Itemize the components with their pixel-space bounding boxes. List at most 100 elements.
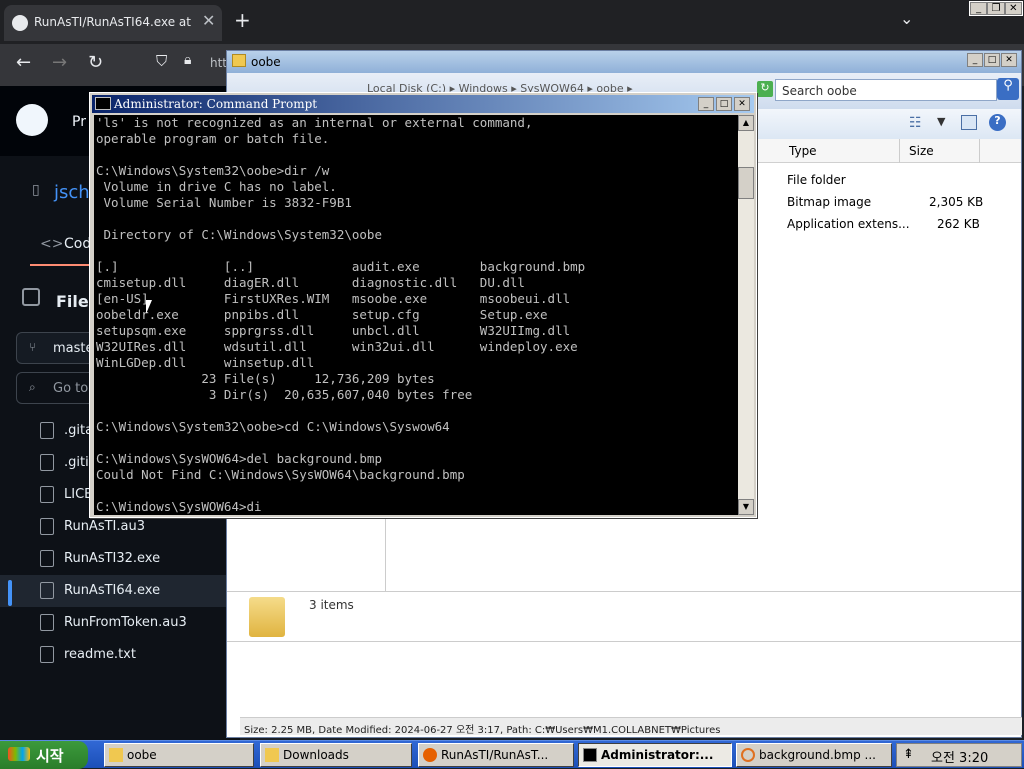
minimize-icon[interactable]: _ — [970, 2, 988, 15]
explorer-titlebar[interactable]: oobe _ □ ✕ — [227, 51, 1021, 73]
file-item[interactable]: readme.txt — [0, 639, 240, 671]
search-icon[interactable]: ⚲ — [997, 78, 1019, 100]
lock-icon[interactable]: 🔒︎ — [184, 52, 191, 68]
windows-flag-icon — [8, 747, 30, 761]
column-divider — [979, 139, 980, 163]
file-name: .giti — [64, 455, 89, 470]
tray-expand-icon[interactable]: ⇞ — [903, 747, 914, 762]
repo-icon: ▯ — [32, 182, 40, 198]
github-logo-icon[interactable] — [16, 104, 48, 136]
task-label: Administrator:... — [601, 748, 714, 762]
console-area[interactable]: 'ls' is not recognized as an internal or… — [94, 115, 738, 515]
file-name: RunFromToken.au3 — [64, 615, 187, 630]
console-icon — [95, 97, 111, 110]
task-label: Downloads — [283, 748, 349, 762]
close-icon[interactable]: ✕ — [734, 97, 750, 111]
taskbar: 시작 oobe Downloads RunAsTI/RunAsT... Admi… — [0, 740, 1024, 769]
start-label: 시작 — [36, 747, 64, 765]
file-item[interactable]: RunFromToken.au3 — [0, 607, 240, 639]
task-button-active[interactable]: Administrator:... — [578, 743, 732, 767]
start-button[interactable]: 시작 — [0, 741, 88, 769]
file-item-selected[interactable]: RunAsTI64.exe — [0, 575, 240, 607]
chevron-down-icon[interactable]: ⌄ — [900, 9, 913, 28]
scroll-thumb[interactable] — [738, 167, 754, 199]
column-type[interactable]: Type — [789, 144, 817, 158]
selected-indicator — [8, 580, 12, 606]
minimize-icon[interactable]: _ — [967, 53, 983, 67]
shield-icon[interactable]: ⛉ — [156, 52, 167, 70]
folder-icon — [109, 748, 123, 762]
close-icon[interactable]: ✕ — [1001, 53, 1017, 67]
branch-name: maste — [53, 341, 94, 356]
header-text: Pr — [72, 114, 86, 130]
pane-divider — [385, 511, 386, 591]
details-divider — [227, 591, 1021, 592]
repo-name-link[interactable]: jsch — [54, 182, 90, 203]
large-folder-icon — [249, 597, 285, 637]
go-icon[interactable]: ↻ — [757, 81, 773, 97]
sidebar-toggle-icon[interactable] — [22, 288, 40, 306]
file-name: readme.txt — [64, 647, 136, 662]
code-icon: <> — [40, 236, 64, 252]
file-icon — [40, 614, 54, 631]
search-input[interactable]: Search oobe — [775, 79, 997, 101]
browser-tab-bar: RunAsTI/RunAsTI64.exe at ma ✕ + ⌄ _❐✕ — [0, 0, 1024, 44]
new-tab-icon[interactable]: + — [234, 8, 251, 32]
back-icon[interactable]: ← — [16, 52, 31, 73]
search-placeholder: Search oobe — [782, 84, 857, 98]
forward-icon[interactable]: → — [52, 52, 67, 73]
file-icon — [40, 454, 54, 471]
search-icon: ⌕ — [29, 380, 36, 394]
scroll-up-icon[interactable]: ▲ — [738, 115, 754, 131]
window-controls: _ ❐ ✕ — [969, 1, 1023, 16]
file-item[interactable]: RunAsTI32.exe — [0, 543, 240, 575]
scroll-down-icon[interactable]: ▼ — [738, 499, 754, 515]
file-icon — [40, 646, 54, 663]
help-icon[interactable]: ? — [989, 114, 1006, 131]
minimize-icon[interactable]: _ — [698, 97, 714, 111]
github-favicon-icon — [12, 15, 28, 31]
column-size[interactable]: Size — [909, 144, 934, 158]
url-text[interactable]: htt — [210, 56, 227, 70]
cmd-titlebar[interactable]: Administrator: Command Prompt _ □ ✕ — [92, 95, 754, 113]
row-type: Bitmap image — [787, 195, 872, 209]
status-bar: Size: 2.25 MB, Date Modified: 2024-06-27… — [240, 717, 1022, 736]
task-label: background.bmp ... — [759, 748, 876, 762]
file-icon — [40, 582, 54, 599]
views-icon[interactable]: ☷ — [909, 115, 922, 131]
row-type: File folder — [787, 173, 846, 187]
go-to-file-placeholder: Go to — [53, 381, 89, 396]
reload-icon[interactable]: ↻ — [88, 52, 103, 73]
task-label: oobe — [127, 748, 157, 762]
image-viewer-icon — [741, 748, 755, 762]
views-dropdown-icon[interactable]: ▼ — [937, 115, 945, 128]
task-button[interactable]: Downloads — [260, 743, 412, 767]
row-size: 2,305 KB — [929, 195, 984, 209]
close-icon[interactable]: ✕ — [1004, 2, 1022, 15]
task-label: RunAsTI/RunAsT... — [441, 748, 549, 762]
console-output: 'ls' is not recognized as an internal or… — [96, 115, 586, 514]
row-type: Application extens... — [787, 217, 910, 231]
maximize-icon[interactable]: □ — [716, 97, 732, 111]
clock[interactable]: 오전 3:20 — [931, 747, 988, 766]
task-button[interactable]: RunAsTI/RunAsT... — [418, 743, 574, 767]
mouse-cursor-icon — [146, 300, 152, 314]
preview-pane-icon[interactable] — [961, 115, 977, 130]
row-size: 262 KB — [937, 217, 980, 231]
restore-icon[interactable]: ❐ — [987, 2, 1005, 15]
folder-icon — [232, 54, 246, 67]
maximize-icon[interactable]: □ — [984, 53, 1000, 67]
browser-tab[interactable]: RunAsTI/RunAsTI64.exe at ma ✕ — [4, 5, 222, 41]
item-count: 3 items — [309, 598, 354, 612]
file-name: RunAsTI32.exe — [64, 551, 161, 566]
tab-close-icon[interactable]: ✕ — [202, 11, 215, 30]
task-button[interactable]: background.bmp ... — [736, 743, 892, 767]
column-divider — [899, 139, 900, 163]
file-name: RunAsTI.au3 — [64, 519, 145, 534]
cmd-controls: _ □ ✕ — [698, 97, 750, 111]
task-button[interactable]: oobe — [104, 743, 254, 767]
folder-icon — [265, 748, 279, 762]
explorer-controls: _ □ ✕ — [967, 53, 1017, 67]
file-icon — [40, 486, 54, 503]
vertical-scrollbar[interactable]: ▲ ▼ — [738, 115, 754, 515]
